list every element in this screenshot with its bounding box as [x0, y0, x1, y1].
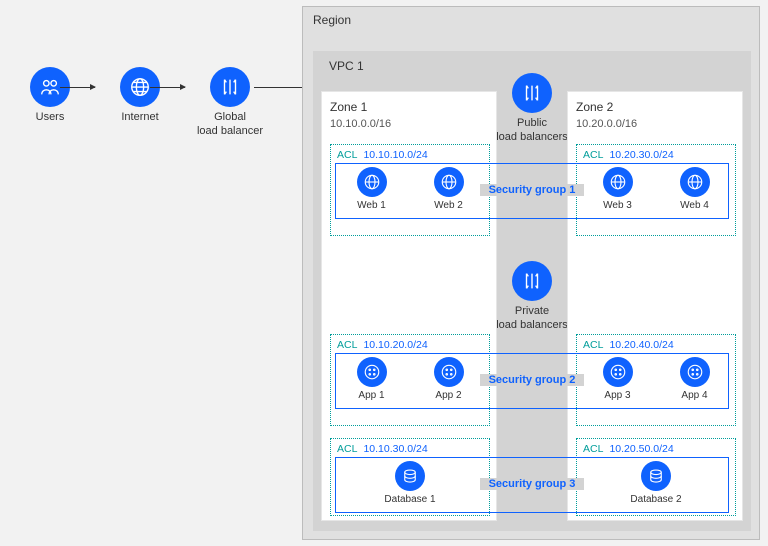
acl-head: ACL 10.10.10.0/24	[331, 145, 489, 165]
acl-cidr: 10.10.30.0/24	[363, 443, 427, 455]
users-label: Users	[10, 111, 90, 125]
acl-head: ACL 10.20.40.0/24	[577, 335, 735, 355]
vpc-label: VPC 1	[329, 59, 364, 73]
arrow-users-internet	[60, 87, 95, 88]
zone2-title: Zone 2	[576, 100, 613, 114]
node-internet: Internet	[100, 67, 180, 125]
sg1-label: Security group 1	[480, 184, 584, 196]
arrow-internet-glb	[150, 87, 185, 88]
sg2-label: Security group 2	[480, 374, 584, 386]
node-glb: Global load balancer	[190, 67, 270, 139]
security-group-3: Security group 3	[335, 457, 729, 513]
acl-cidr: 10.20.40.0/24	[609, 339, 673, 351]
security-group-2: Security group 2	[335, 353, 729, 409]
acl-cidr: 10.20.50.0/24	[609, 443, 673, 455]
load-balancer-icon	[210, 67, 250, 107]
glb-label: Global load balancer	[190, 111, 270, 139]
acl-head: ACL 10.10.20.0/24	[331, 335, 489, 355]
node-users: Users	[10, 67, 90, 125]
vpc-container: VPC 1 Public load balancers Private load…	[313, 51, 751, 531]
region-label: Region	[313, 13, 351, 27]
acl-key: ACL	[337, 339, 357, 351]
private-lb-label: Private load balancers	[492, 305, 572, 333]
acl-key: ACL	[583, 339, 603, 351]
region-container: Region VPC 1 Public load balancers Priva…	[302, 6, 760, 540]
acl-head: ACL 10.20.50.0/24	[577, 439, 735, 459]
zone1-title: Zone 1	[330, 100, 367, 114]
acl-cidr: 10.20.30.0/24	[609, 149, 673, 161]
zone2-cidr: 10.20.0.0/16	[576, 118, 637, 130]
acl-head: ACL 10.20.30.0/24	[577, 145, 735, 165]
acl-key: ACL	[583, 149, 603, 161]
node-public-lb: Public load balancers	[492, 73, 572, 145]
acl-key: ACL	[337, 149, 357, 161]
load-balancer-icon	[512, 261, 552, 301]
acl-cidr: 10.10.20.0/24	[363, 339, 427, 351]
zone1-cidr: 10.10.0.0/16	[330, 118, 391, 130]
acl-key: ACL	[337, 443, 357, 455]
security-group-1: Security group 1	[335, 163, 729, 219]
public-lb-label: Public load balancers	[492, 117, 572, 145]
load-balancer-icon	[512, 73, 552, 113]
sg3-label: Security group 3	[480, 478, 584, 490]
node-private-lb: Private load balancers	[492, 261, 572, 333]
acl-key: ACL	[583, 443, 603, 455]
acl-head: ACL 10.10.30.0/24	[331, 439, 489, 459]
internet-label: Internet	[100, 111, 180, 125]
acl-cidr: 10.10.10.0/24	[363, 149, 427, 161]
